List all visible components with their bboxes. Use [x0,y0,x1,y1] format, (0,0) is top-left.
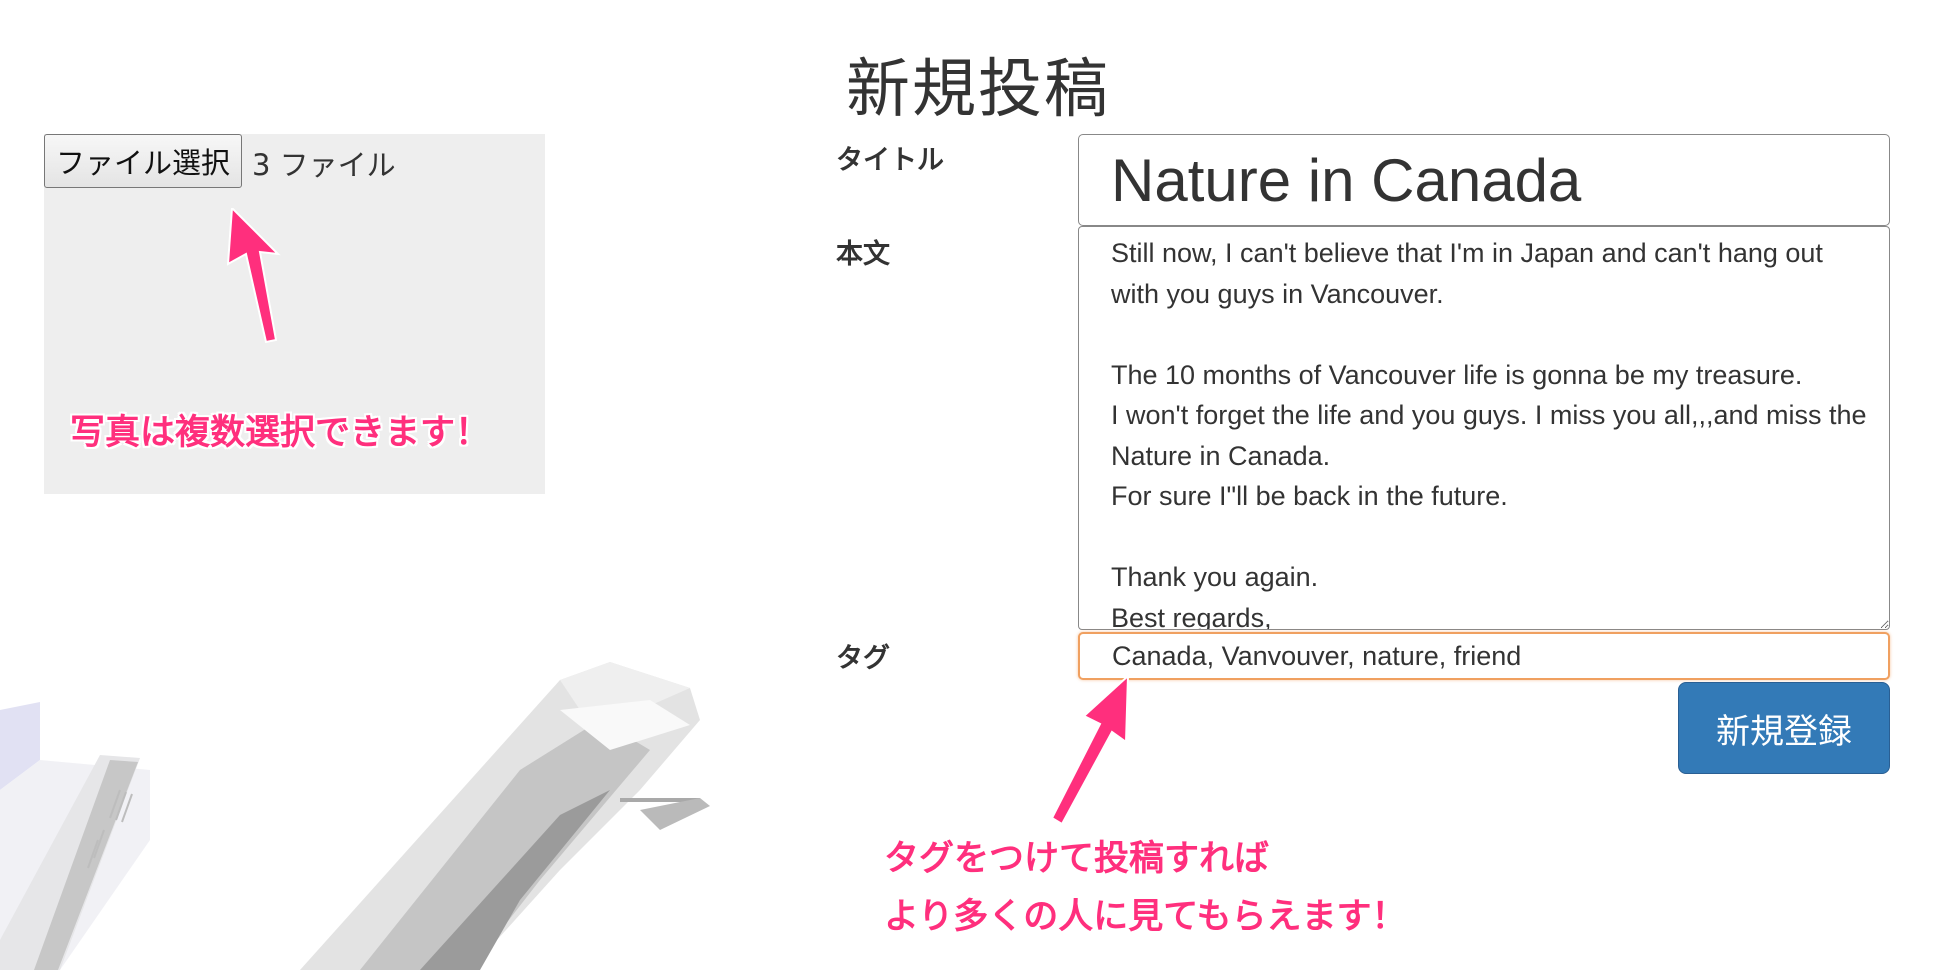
title-label: タイトル [836,145,944,176]
file-select-button[interactable]: ファイル選択 [44,134,242,188]
pink-arrow-icon [1050,676,1130,826]
new-post-page: ファイル選択 3 ファイル 新規投稿 タイトル 本文 タグ Still now,… [0,0,1948,970]
tag-note-line-1: タグをつけて投稿すれば [884,839,1270,879]
page-title: 新規投稿 [846,53,1110,127]
tag-note-line-2: より多くの人に見てもらえます！ [884,897,1407,937]
title-input[interactable] [1078,134,1890,226]
body-label: 本文 [836,239,890,270]
photo-multiple-note: 写真は複数選択できます！ [70,413,491,453]
tag-input[interactable] [1078,632,1890,680]
selected-file-count: 3 ファイル [252,148,396,182]
submit-button[interactable]: 新規登録 [1678,682,1890,774]
body-textarea[interactable]: Still now, I can't believe that I'm in J… [1078,226,1890,630]
tag-label: タグ [836,643,890,674]
background-pen-image [0,662,710,970]
